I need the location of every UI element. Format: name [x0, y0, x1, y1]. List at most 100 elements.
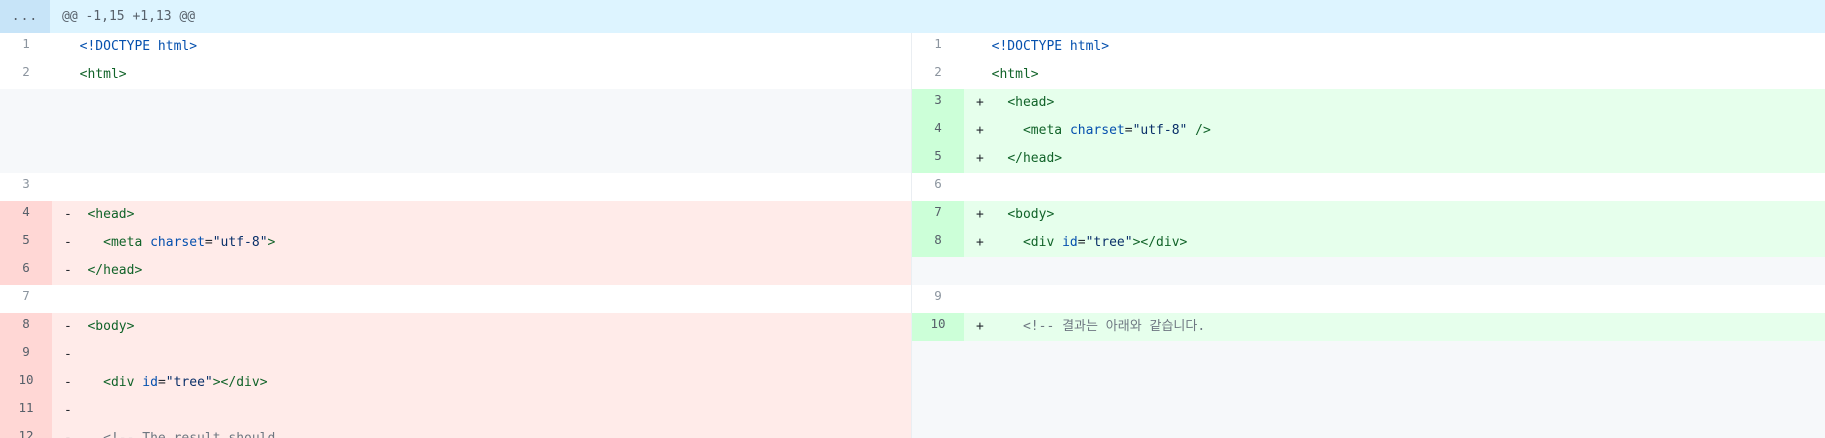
string-token: "utf-8": [212, 235, 268, 250]
code-line: -: [52, 341, 911, 369]
diff-line-del: 6- </head>: [0, 257, 911, 285]
code-line: - <head>: [52, 201, 911, 229]
diff-marker: [64, 67, 80, 82]
tag-token: <div: [1022, 235, 1063, 250]
line-number[interactable]: 7: [912, 201, 964, 229]
code-line: -: [52, 397, 911, 425]
attribute-token: charset: [150, 235, 205, 250]
diff-marker: -: [64, 403, 80, 418]
diff-line-add: 10 + <!-- 결과는 아래와 같습니다.: [912, 313, 1825, 341]
code-line: + <!-- 결과는 아래와 같습니다.: [964, 313, 1825, 341]
diff-marker: [976, 291, 992, 306]
attribute-token: id: [142, 375, 158, 390]
line-number[interactable]: 10: [0, 369, 52, 397]
diff-line-del: 10- <div id="tree"></div>: [0, 369, 911, 397]
diff-line-ctx: 7: [0, 285, 911, 313]
diff-line-empty: [912, 257, 1825, 285]
line-number[interactable]: 11: [0, 397, 52, 425]
diff-line-del: 8- <body>: [0, 313, 911, 341]
text-token: =: [1077, 235, 1086, 250]
line-number[interactable]: 4: [912, 117, 964, 145]
line-number[interactable]: 5: [912, 145, 964, 173]
text-token: =: [204, 235, 213, 250]
diff-line-add: 7 + <body>: [912, 201, 1825, 229]
line-number: [0, 117, 52, 145]
diff-marker: [64, 291, 80, 306]
line-number[interactable]: 12: [0, 425, 52, 438]
code-line: - <body>: [52, 313, 911, 341]
line-number[interactable]: 2: [0, 61, 52, 89]
code-line: <!DOCTYPE html>: [964, 33, 1825, 61]
string-token: "tree": [165, 375, 213, 390]
line-number[interactable]: 10: [912, 313, 964, 341]
code-line: + </head>: [964, 145, 1825, 173]
diff-marker: +: [976, 207, 992, 222]
diff-line-del: 12 - <!-- The result should: [0, 425, 911, 438]
diff-marker: -: [64, 319, 80, 334]
line-number[interactable]: 9: [912, 285, 964, 313]
tag-token: <meta: [103, 235, 151, 250]
line-number[interactable]: 7: [0, 285, 52, 313]
line-number[interactable]: 2: [912, 61, 964, 89]
hunk-header: ... @@ -1,15 +1,13 @@: [0, 0, 1825, 33]
tag-token: <body>: [1007, 207, 1055, 222]
diff-line-del: 11-: [0, 397, 911, 425]
diff-marker: [64, 39, 80, 54]
diff-line-ctx: 6: [912, 173, 1825, 201]
code-line: [52, 173, 911, 201]
diff-marker: +: [976, 123, 992, 138]
line-number[interactable]: 3: [0, 173, 52, 201]
diff-line-add: 8 + <div id="tree"></div>: [912, 229, 1825, 257]
tag-token: <html>: [991, 67, 1039, 82]
diff-line-ctx: 1 <!DOCTYPE html>: [0, 33, 911, 61]
diff-marker: -: [64, 431, 80, 438]
line-number[interactable]: 1: [0, 33, 52, 61]
diff-marker: -: [64, 263, 80, 278]
line-number[interactable]: 6: [912, 173, 964, 201]
line-number[interactable]: 6: [0, 257, 52, 285]
line-number[interactable]: 4: [0, 201, 52, 229]
tag-token: />: [1187, 123, 1211, 138]
line-number[interactable]: 8: [0, 313, 52, 341]
text-token: =: [1124, 123, 1133, 138]
code-line: [52, 285, 911, 313]
diff-marker: +: [976, 319, 992, 334]
line-number[interactable]: 9: [0, 341, 52, 369]
tag-token: ></div>: [1132, 235, 1188, 250]
line-number[interactable]: 8: [912, 229, 964, 257]
line-number[interactable]: 1: [912, 33, 964, 61]
diff-marker: [976, 67, 992, 82]
comment-token: <!-- 결과는 아래와 같습니다.: [1022, 319, 1206, 334]
diff-line-del: 9-: [0, 341, 911, 369]
diff-marker: -: [64, 207, 80, 222]
diff-line-add: 3 + <head>: [912, 89, 1825, 117]
diff-line-empty: [0, 145, 911, 173]
comment-token: <!-- The result should: [103, 431, 275, 438]
line-number[interactable]: 3: [912, 89, 964, 117]
diff-line-del: 4- <head>: [0, 201, 911, 229]
diff-marker: [976, 179, 992, 194]
diff-marker: +: [976, 151, 992, 166]
line-number[interactable]: 5: [0, 229, 52, 257]
attribute-token: charset: [1069, 123, 1125, 138]
left-diff-pane: 1 <!DOCTYPE html> 2 <html> 3 4- <head> 5- <…: [0, 33, 912, 438]
code-line: [964, 285, 1825, 313]
code-line: <!DOCTYPE html>: [52, 33, 911, 61]
code-line: <html>: [964, 61, 1825, 89]
code-line: + <body>: [964, 201, 1825, 229]
tag-token: <head>: [87, 207, 135, 222]
line-number: [0, 89, 52, 117]
diff-marker: +: [976, 95, 992, 110]
tag-token: ></div>: [212, 375, 268, 390]
expand-hunk-button[interactable]: ...: [0, 0, 50, 33]
diff-marker: -: [64, 375, 80, 390]
